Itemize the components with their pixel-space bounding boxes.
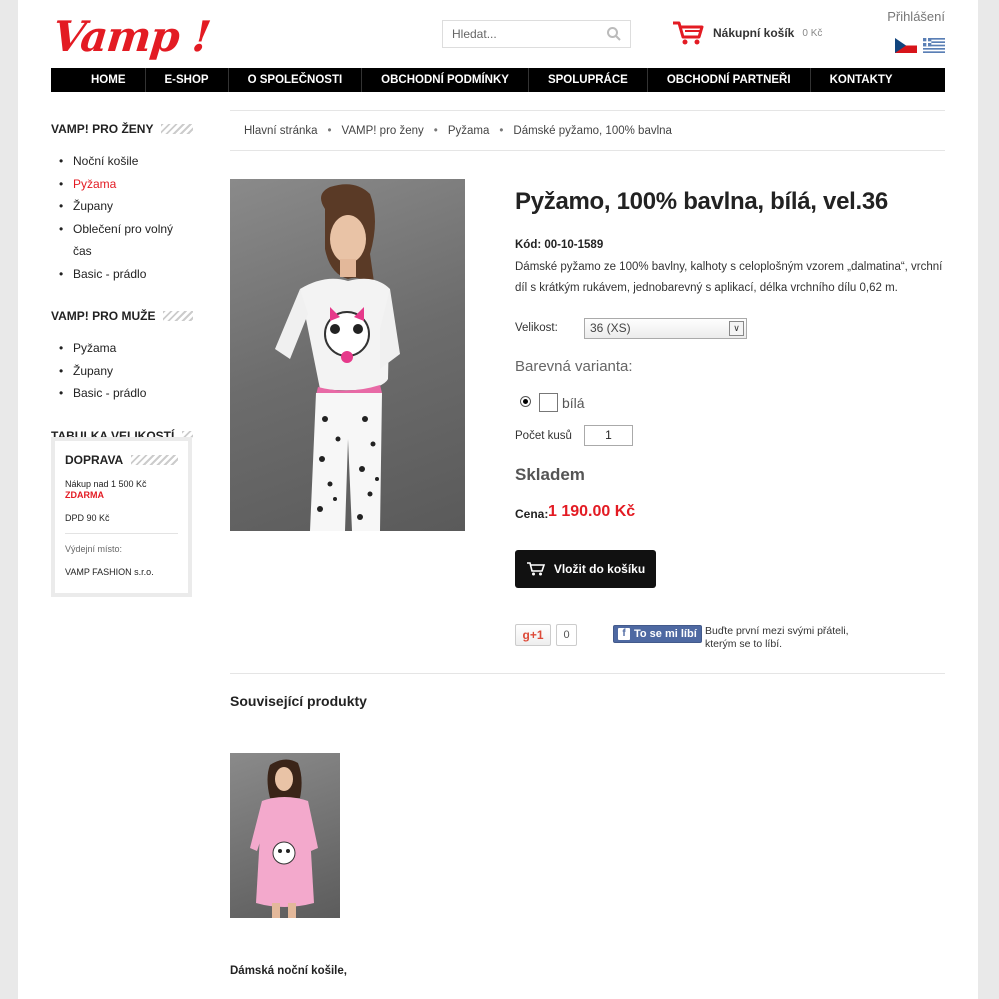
google-plus-button[interactable]: g+1 (515, 624, 551, 646)
greek-flag-icon[interactable] (923, 38, 945, 53)
search-input[interactable] (443, 21, 593, 47)
cart-amount: 0 Kč (802, 27, 823, 39)
women-category-list: Noční košile Pyžama Župany Oblečení pro … (59, 150, 193, 285)
sidebar-item-men-robes[interactable]: Župany (59, 360, 193, 383)
logo[interactable]: Vamp ! (50, 12, 212, 61)
shipping-title: DOPRAVA (65, 453, 178, 467)
sidebar-women-heading: VAMP! PRO ŽENY (51, 116, 193, 142)
size-select[interactable]: 36 (XS) ∨ (584, 318, 747, 339)
sidebar-item-robes[interactable]: Župany (59, 195, 193, 218)
sidebar-item-men-basic[interactable]: Basic - prádlo (59, 382, 193, 405)
facebook-icon: f (618, 628, 630, 640)
related-photo-illustration (250, 759, 318, 918)
main-nav: HOME E-SHOP O SPOLEČNOSTI OBCHODNÍ PODMÍ… (51, 68, 945, 92)
variant-value: bílá (562, 395, 585, 411)
breadcrumb-home[interactable]: Hlavní stránka (244, 125, 318, 137)
google-plus-count: 0 (556, 624, 577, 646)
shipping-free-line: Nákup nad 1 500 Kč ZDARMA (65, 479, 147, 500)
nav-partners[interactable]: OBCHODNÍ PARTNEŘI (648, 68, 811, 92)
pickup-value: VAMP FASHION s.r.o. (65, 567, 154, 578)
price-label: Cena: (515, 507, 549, 521)
sidebar-item-basic[interactable]: Basic - prádlo (59, 263, 193, 286)
breadcrumb-pyjamas[interactable]: Pyžama (448, 125, 490, 137)
chevron-down-icon[interactable]: ∨ (729, 321, 744, 336)
breadcrumb-current: Dámské pyžamo, 100% bavlna (513, 124, 672, 137)
product-image[interactable] (230, 179, 465, 531)
shipping-box: DOPRAVA Nákup nad 1 500 Kč ZDARMA DPD 90… (51, 437, 192, 597)
price-value: 1 190.00 Kč (548, 503, 636, 520)
add-to-cart-button[interactable]: Vložit do košíku (515, 550, 656, 588)
search-box[interactable] (442, 20, 631, 48)
nav-eshop[interactable]: E-SHOP (146, 68, 229, 92)
nav-terms[interactable]: OBCHODNÍ PODMÍNKY (362, 68, 529, 92)
cart-label: Nákupní košík (713, 26, 795, 40)
product-photo-illustration (275, 184, 400, 531)
search-icon[interactable] (606, 26, 622, 42)
login-link[interactable]: Přihlášení (887, 9, 945, 24)
sidebar-item-pyjamas[interactable]: Pyžama (59, 173, 193, 196)
shipping-dpd-line: DPD 90 Kč (65, 512, 110, 523)
czech-flag-icon[interactable] (895, 38, 917, 53)
nav-about[interactable]: O SPOLEČNOSTI (229, 68, 363, 92)
page: Vamp ! Nákupní košík 0 Kč Přihlášení (18, 0, 978, 999)
breadcrumb-women[interactable]: VAMP! pro ženy (342, 125, 424, 137)
related-title: Související produkty (230, 693, 367, 709)
cart-icon (526, 562, 545, 576)
size-label: Velikost: (515, 322, 558, 334)
related-product-image[interactable] (230, 753, 340, 918)
variant-label: Barevná varianta: (515, 358, 633, 375)
related-product-name[interactable]: Dámská noční košile, (230, 965, 347, 977)
sidebar-item-men-pyjamas[interactable]: Pyžama (59, 337, 193, 360)
qty-input[interactable]: 1 (584, 425, 633, 446)
facebook-like-text: Buďte první mezi svými přáteli, kterým s… (705, 625, 849, 650)
cart-link[interactable]: Nákupní košík 0 Kč (671, 19, 822, 47)
cart-icon (673, 21, 704, 45)
sidebar-item-nightgowns[interactable]: Noční košile (59, 150, 193, 173)
qty-label: Počet kusů (515, 430, 572, 442)
nav-home[interactable]: HOME (73, 68, 146, 92)
product-description: Dámské pyžamo ze 100% bavlny, kalhoty s … (515, 261, 943, 294)
facebook-like-button[interactable]: f To se mi líbí (613, 625, 702, 643)
stock-status: Skladem (515, 465, 585, 484)
divider (230, 673, 945, 674)
nav-contacts[interactable]: KONTAKTY (811, 68, 912, 92)
men-category-list: Pyžama Župany Basic - prádlo (59, 337, 193, 405)
language-flags (895, 38, 945, 53)
variant-radio[interactable] (520, 396, 531, 407)
breadcrumb: Hlavní stránka • VAMP! pro ženy • Pyžama… (230, 110, 945, 151)
pickup-label: Výdejní místo: (65, 544, 123, 555)
product-code: Kód: 00-10-1589 (515, 239, 604, 251)
color-swatch-white[interactable] (539, 393, 558, 412)
sidebar-men-heading: VAMP! PRO MUŽE (51, 303, 193, 329)
sidebar: VAMP! PRO ŽENY Noční košile Pyžama Župan… (51, 110, 193, 449)
nav-cooperation[interactable]: SPOLUPRÁCE (529, 68, 648, 92)
product-title: Pyžamo, 100% bavlna, bílá, vel.36 (515, 188, 888, 215)
sidebar-item-leisure[interactable]: Oblečení pro volný čas (59, 218, 193, 263)
